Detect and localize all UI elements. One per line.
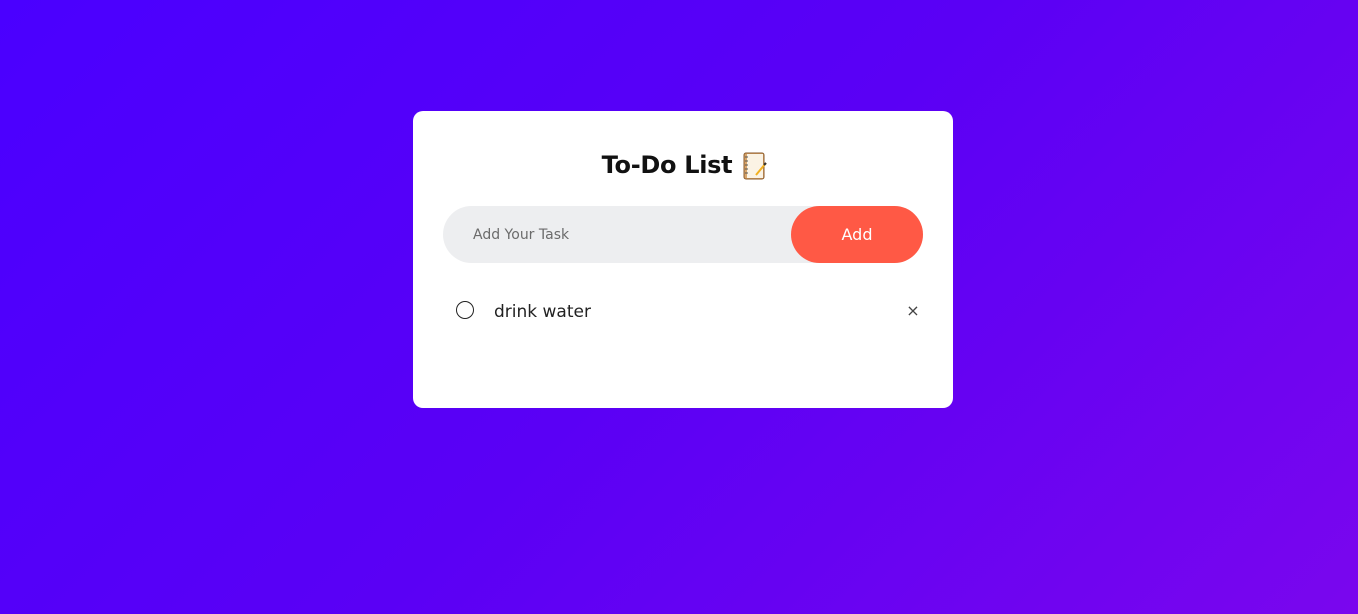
page-title: To-Do List [601,151,733,179]
task-list: drink water × [453,297,923,327]
task-input[interactable] [443,205,791,264]
title-row: To-Do List [413,151,953,180]
unchecked-circle-icon[interactable] [456,301,474,319]
todo-card: To-Do List Add drink water × [413,111,953,408]
close-icon[interactable]: × [903,301,923,321]
list-item[interactable]: drink water × [453,297,923,327]
task-input-row: Add [443,205,923,264]
add-button[interactable]: Add [791,206,923,263]
notebook-icon [742,151,768,180]
task-text: drink water [494,302,591,322]
